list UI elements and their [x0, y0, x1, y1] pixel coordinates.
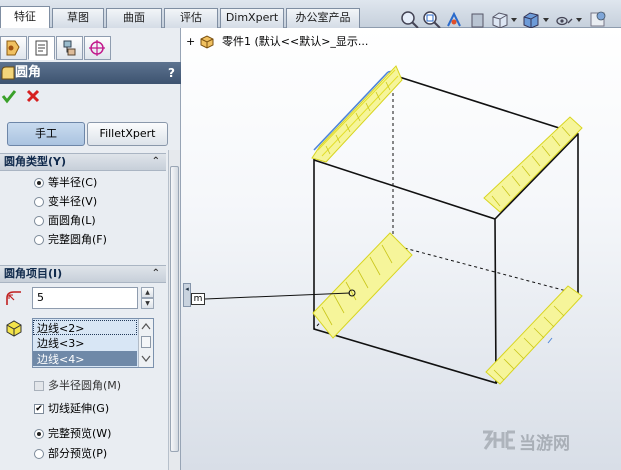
model-viewport[interactable] [0, 0, 621, 470]
fillet-preview-bottom-left [312, 232, 413, 339]
fillet-preview-top-left [311, 65, 403, 163]
fillet-preview-top-right [483, 116, 583, 213]
watermark: 当游网 [481, 426, 621, 456]
fillet-preview-bottom-right [485, 285, 583, 385]
edge-direction-marks [339, 117, 553, 344]
radius-callout[interactable]: m [191, 293, 205, 305]
expand-icon[interactable]: + [186, 33, 195, 51]
part-icon [200, 35, 214, 49]
part-name: 零件1 (默认<<默认>_显示... [222, 35, 369, 48]
watermark-logo-icon [483, 430, 515, 450]
watermark-text: 当游网 [519, 434, 570, 454]
flyout-tree-handle[interactable]: ◂ [183, 283, 191, 307]
